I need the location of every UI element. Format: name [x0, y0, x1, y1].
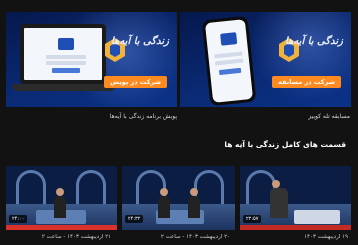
app-logo-icon — [58, 38, 74, 50]
banner-caption[interactable]: مسابقه تله کوییز — [308, 113, 350, 120]
page: زندگی با آیه‌ها شرکت در پویش پویش برنامه… — [0, 0, 358, 245]
episode-date: ۲۱ اردیبهشت ۱۴۰۳ - ساعت ۲ — [41, 234, 111, 240]
brand-title: زندگی با آیه‌ها — [111, 36, 169, 47]
join-campaign-button[interactable]: شرکت در پویش — [104, 76, 167, 88]
presenter-figure — [158, 188, 170, 218]
presenter-figure — [188, 188, 200, 218]
mock-field — [46, 61, 86, 65]
episode-card[interactable]: ۲۲:۵۷ — [240, 166, 351, 230]
episode-card[interactable]: ۲۴:۰۰ — [6, 166, 117, 230]
duration-badge: ۲۴:۳۲ — [125, 215, 144, 223]
laptop-illustration — [20, 24, 106, 84]
episode-date: ۱۹ اردیبهشت ۱۴۰۳ — [304, 234, 348, 240]
chevron-left-icon[interactable]: ‹ — [240, 140, 243, 150]
join-quiz-button[interactable]: شرکت در مسابقه — [272, 76, 341, 88]
mock-field — [214, 51, 243, 59]
mock-button — [52, 68, 80, 73]
banner-quiz[interactable]: زندگی با آیه‌ها شرکت در مسابقه — [180, 12, 351, 107]
program-brand: زندگی با آیه‌ها — [105, 34, 169, 68]
phone-illustration — [201, 15, 257, 107]
app-logo-icon — [220, 32, 238, 46]
phone-screen-content — [204, 19, 254, 103]
duration-badge: ۲۲:۵۷ — [243, 215, 262, 223]
banner-campaign[interactable]: زندگی با آیه‌ها شرکت در پویش — [6, 12, 177, 107]
episode-card[interactable]: ۲۴:۳۲ — [122, 166, 235, 230]
episode-date: ۲۰ اردیبهشت ۱۴۰۳ - ساعت ۲ — [160, 234, 230, 240]
studio-desk — [294, 210, 340, 224]
laptop-base — [12, 84, 116, 91]
banner-caption[interactable]: پویش برنامه زندگی با آیه‌ها — [110, 113, 177, 120]
brand-title: زندگی با آیه‌ها — [285, 36, 343, 47]
mock-field — [46, 55, 86, 59]
presenter-figure — [54, 188, 66, 218]
duration-badge: ۲۴:۰۰ — [9, 215, 28, 223]
mock-button — [218, 67, 242, 76]
lower-third-bar — [240, 225, 351, 230]
lower-third-bar — [6, 225, 117, 230]
presenter-figure — [270, 180, 288, 218]
program-brand: زندگی با آیه‌ها — [279, 34, 343, 68]
laptop-screen-content — [24, 28, 102, 80]
mock-field — [214, 58, 244, 66]
